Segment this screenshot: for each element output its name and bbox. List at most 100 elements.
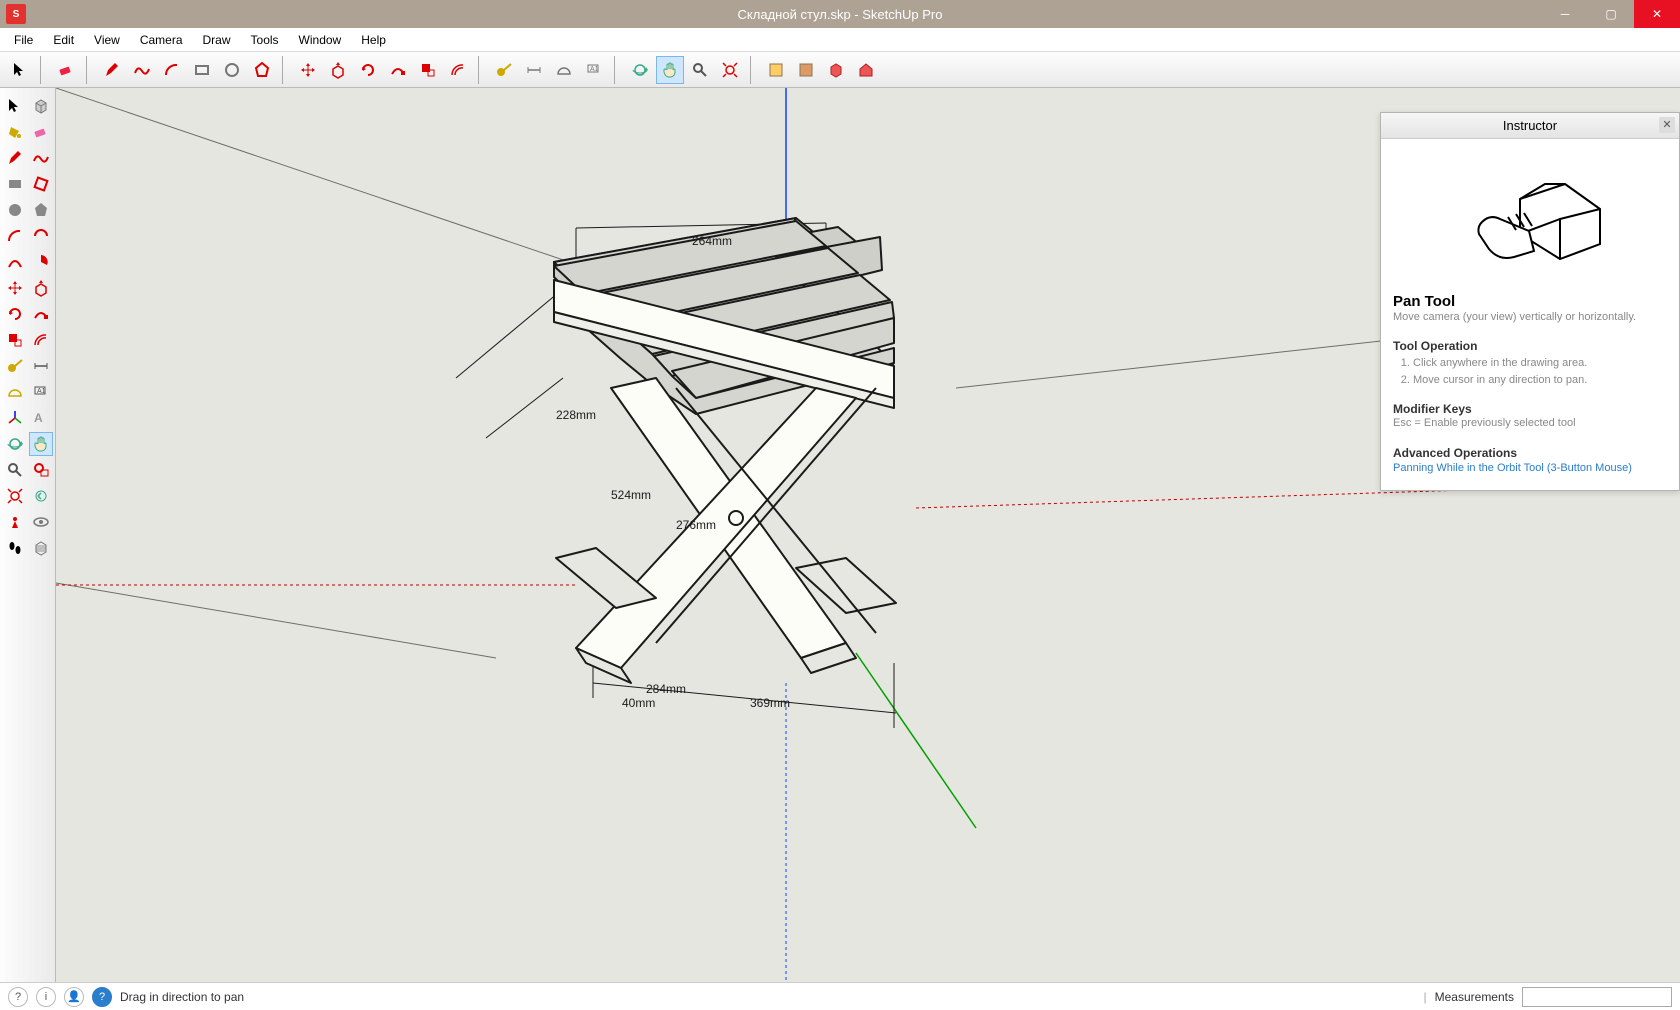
pie-icon[interactable] xyxy=(29,250,53,274)
instructor-title[interactable]: Instructor ✕ xyxy=(1381,113,1679,139)
dimension-icon[interactable] xyxy=(29,354,53,378)
instructor-close-button[interactable]: ✕ xyxy=(1659,117,1675,133)
tape-icon[interactable] xyxy=(3,354,27,378)
zoom-icon[interactable] xyxy=(3,458,27,482)
text-icon[interactable]: A1 xyxy=(580,56,608,84)
paint-bucket-icon[interactable] xyxy=(3,120,27,144)
window-title: Складной стул.skp - SketchUp Pro xyxy=(0,7,1680,22)
arc2-icon[interactable] xyxy=(29,224,53,248)
instructor-op-item: Move cursor in any direction to pan. xyxy=(1413,372,1667,389)
canvas[interactable]: 264mm228mm524mm276mm284mm40mm369mm Instr… xyxy=(56,88,1680,982)
warehouse-icon[interactable] xyxy=(852,56,880,84)
rect-icon[interactable] xyxy=(188,56,216,84)
section-icon[interactable] xyxy=(29,536,53,560)
instructor-mod-text: Esc = Enable previously selected tool xyxy=(1393,416,1667,431)
maximize-button[interactable]: ▢ xyxy=(1588,0,1634,28)
orbit-icon[interactable] xyxy=(3,432,27,456)
menu-draw[interactable]: Draw xyxy=(195,31,239,49)
instructor-op-item: Click anywhere in the drawing area. xyxy=(1413,355,1667,372)
component-icon[interactable] xyxy=(822,56,850,84)
eraser-icon[interactable] xyxy=(29,120,53,144)
pushpull-icon[interactable] xyxy=(324,56,352,84)
close-button[interactable]: ✕ xyxy=(1634,0,1680,28)
eraser-icon[interactable] xyxy=(52,56,80,84)
instructor-title-text: Instructor xyxy=(1503,118,1557,133)
axes-icon[interactable] xyxy=(3,406,27,430)
text-icon[interactable]: A1 xyxy=(29,380,53,404)
arc3-icon[interactable] xyxy=(3,250,27,274)
scale-icon[interactable] xyxy=(414,56,442,84)
instructor-panel: Instructor ✕ xyxy=(1380,112,1680,491)
pushpull-icon[interactable] xyxy=(29,276,53,300)
menu-view[interactable]: View xyxy=(86,31,128,49)
pencil-icon[interactable] xyxy=(98,56,126,84)
polygon-icon[interactable] xyxy=(248,56,276,84)
measurements-input[interactable] xyxy=(1522,987,1672,1007)
paint-icon[interactable] xyxy=(792,56,820,84)
offset-icon[interactable] xyxy=(29,328,53,352)
select-icon[interactable] xyxy=(6,56,34,84)
orbit-icon[interactable] xyxy=(626,56,654,84)
polygon-icon[interactable] xyxy=(29,198,53,222)
component-icon[interactable] xyxy=(29,94,53,118)
help-icon[interactable]: ? xyxy=(8,987,28,1007)
rotate-icon[interactable] xyxy=(354,56,382,84)
circle-icon[interactable] xyxy=(3,198,27,222)
zoom-window-icon[interactable] xyxy=(29,458,53,482)
menu-camera[interactable]: Camera xyxy=(132,31,191,49)
circle-icon[interactable] xyxy=(218,56,246,84)
position-camera-icon[interactable] xyxy=(3,510,27,534)
scale-icon[interactable] xyxy=(3,328,27,352)
select-icon[interactable] xyxy=(3,94,27,118)
walk-icon[interactable] xyxy=(3,536,27,560)
previous-icon[interactable] xyxy=(29,484,53,508)
arc-icon[interactable] xyxy=(158,56,186,84)
menu-edit[interactable]: Edit xyxy=(45,31,82,49)
tape-icon[interactable] xyxy=(490,56,518,84)
app-icon: S xyxy=(6,4,26,24)
dimension-label: 228mm xyxy=(556,408,596,422)
freehand-icon[interactable] xyxy=(29,146,53,170)
window-controls: ─ ▢ ✕ xyxy=(1542,0,1680,28)
minimize-button[interactable]: ─ xyxy=(1542,0,1588,28)
pan-icon[interactable] xyxy=(656,56,684,84)
pencil-icon[interactable] xyxy=(3,146,27,170)
followme-icon[interactable] xyxy=(29,302,53,326)
offset-icon[interactable] xyxy=(444,56,472,84)
instructor-adv-link[interactable]: Panning While in the Orbit Tool (3-Butto… xyxy=(1393,462,1667,474)
move-icon[interactable] xyxy=(3,276,27,300)
instructor-body: Pan Tool Move camera (your view) vertica… xyxy=(1381,139,1679,490)
info-icon[interactable]: i xyxy=(36,987,56,1007)
menu-tools[interactable]: Tools xyxy=(243,31,287,49)
protractor-icon[interactable] xyxy=(3,380,27,404)
followme-icon[interactable] xyxy=(384,56,412,84)
measurements-label: Measurements xyxy=(1435,990,1514,1004)
menu-help[interactable]: Help xyxy=(353,31,394,49)
dimension-icon[interactable] xyxy=(520,56,548,84)
user-icon[interactable]: 👤 xyxy=(64,987,84,1007)
pan-icon[interactable] xyxy=(29,432,53,456)
zoom-extents-icon[interactable] xyxy=(716,56,744,84)
outliner-icon[interactable] xyxy=(762,56,790,84)
menu-window[interactable]: Window xyxy=(291,31,350,49)
status-hint: Drag in direction to pan xyxy=(120,990,244,1004)
instructor-tool-desc: Move camera (your view) vertically or ho… xyxy=(1393,310,1667,325)
geo-icon[interactable]: ? xyxy=(92,987,112,1007)
menubar: FileEditViewCameraDrawToolsWindowHelp xyxy=(0,28,1680,52)
rect-icon[interactable] xyxy=(3,172,27,196)
protractor-icon[interactable] xyxy=(550,56,578,84)
arc-icon[interactable] xyxy=(3,224,27,248)
move-icon[interactable] xyxy=(294,56,322,84)
rect-rot-icon[interactable] xyxy=(29,172,53,196)
look-around-icon[interactable] xyxy=(29,510,53,534)
menu-file[interactable]: File xyxy=(6,31,41,49)
instructor-tool-name: Pan Tool xyxy=(1393,293,1667,310)
zoom-extents-icon[interactable] xyxy=(3,484,27,508)
svg-text:A: A xyxy=(34,411,43,425)
zoom-icon[interactable] xyxy=(686,56,714,84)
left-toolbar: A1 A xyxy=(0,88,56,982)
freehand-icon[interactable] xyxy=(128,56,156,84)
3dtext-icon[interactable]: A xyxy=(29,406,53,430)
rotate-icon[interactable] xyxy=(3,302,27,326)
instructor-mod-heading: Modifier Keys xyxy=(1393,402,1667,416)
